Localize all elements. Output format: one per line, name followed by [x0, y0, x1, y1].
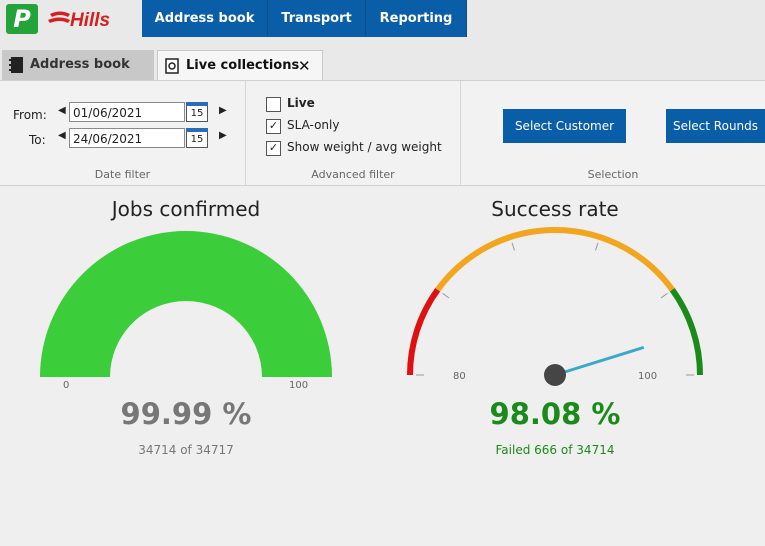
jobs-confirmed-count: 34714 of 34717	[36, 443, 336, 457]
success-rate-value: 98.08 %	[489, 397, 621, 431]
gauge-tick-2	[595, 242, 599, 251]
close-icon[interactable]: ✕	[298, 51, 311, 81]
tab-live-collections-label: Live collections	[186, 58, 300, 73]
from-prev-arrow-icon[interactable]: ◀	[58, 105, 66, 116]
live-label: Live	[287, 96, 315, 110]
nav-tab-transport[interactable]: Transport	[268, 0, 366, 37]
gauge-needle-hub	[544, 364, 566, 386]
nav-tab-address-book[interactable]: Address book	[142, 0, 268, 37]
ribbon: From: ◀ 01/06/2021 15 ▶ To: ◀ 24/06/2021…	[0, 80, 765, 186]
live-collections-icon	[165, 58, 179, 74]
gauge-tick-0	[442, 292, 450, 299]
jobs-min-label: 0	[63, 380, 70, 391]
jobs-gauge-fill	[40, 231, 332, 377]
select-rounds-button[interactable]: Select Rounds	[666, 109, 765, 143]
to-prev-arrow-icon[interactable]: ◀	[58, 130, 66, 141]
to-next-arrow-icon[interactable]: ▶	[219, 130, 227, 141]
document-tab-strip: Address book Live collections ✕	[0, 38, 765, 81]
success-rate-gauge	[407, 227, 703, 386]
success-total: 34714	[576, 443, 615, 457]
to-label: To:	[29, 133, 46, 147]
jobs-of-label: of	[180, 443, 192, 457]
to-date-input[interactable]: 24/06/2021	[69, 128, 185, 148]
nav-tab-reporting[interactable]: Reporting	[366, 0, 467, 37]
success-min-label: 80	[453, 371, 466, 382]
gauge-band-2	[669, 288, 703, 376]
jobs-confirmed-value: 99.99 %	[120, 397, 252, 431]
jobs-max-label: 100	[289, 380, 309, 391]
sla-only-checkbox[interactable]: ✓	[266, 119, 281, 134]
gauge-band-0	[407, 288, 441, 376]
advanced-filter-label: Advanced filter	[311, 168, 395, 181]
from-calendar-icon[interactable]: 15	[186, 102, 208, 122]
from-next-arrow-icon[interactable]: ▶	[219, 105, 227, 116]
success-of-label: of	[560, 443, 573, 457]
app-logo: P	[6, 4, 38, 34]
gauge-needle	[554, 345, 645, 377]
top-nav-bar: P Hills Address book Transport Reporting	[0, 0, 765, 39]
select-customer-button[interactable]: Select Customer	[503, 109, 626, 143]
brand-name: Hills	[70, 10, 110, 31]
jobs-confirmed-gauge	[40, 231, 332, 377]
address-book-icon	[9, 57, 23, 73]
gauge-tick-1	[511, 242, 515, 251]
jobs-count: 34714	[138, 443, 177, 457]
show-weight-label: Show weight / avg weight	[287, 140, 442, 154]
success-max-label: 100	[638, 371, 658, 382]
from-label: From:	[13, 108, 47, 122]
gauge-band-1	[435, 227, 675, 292]
gauge-tick-3	[660, 292, 668, 299]
tab-live-collections[interactable]: Live collections ✕	[157, 50, 323, 81]
success-rate-title: Success rate	[491, 197, 619, 221]
failed-label: Failed	[495, 443, 531, 457]
live-checkbox[interactable]	[266, 97, 281, 112]
selection-group: Select Customer Select Rounds Selection	[461, 81, 765, 185]
hills-logo: Hills	[48, 10, 110, 31]
to-calendar-icon[interactable]: 15	[186, 128, 208, 148]
advanced-filter-group: Live ✓ SLA-only ✓ Show weight / avg weig…	[246, 81, 461, 185]
failed-count: 666	[534, 443, 558, 457]
tab-address-book[interactable]: Address book	[2, 50, 154, 80]
success-rate-failed: Failed 666 of 34714	[405, 443, 705, 457]
from-date-input[interactable]: 01/06/2021	[69, 102, 185, 122]
sla-only-label: SLA-only	[287, 118, 340, 132]
show-weight-checkbox[interactable]: ✓	[266, 141, 281, 156]
jobs-confirmed-title: Jobs confirmed	[111, 197, 261, 221]
jobs-total: 34717	[195, 443, 234, 457]
selection-label: Selection	[587, 168, 639, 181]
date-filter-group: From: ◀ 01/06/2021 15 ▶ To: ◀ 24/06/2021…	[0, 81, 246, 185]
date-filter-label: Date filter	[94, 168, 151, 181]
tab-address-book-label: Address book	[30, 57, 130, 72]
